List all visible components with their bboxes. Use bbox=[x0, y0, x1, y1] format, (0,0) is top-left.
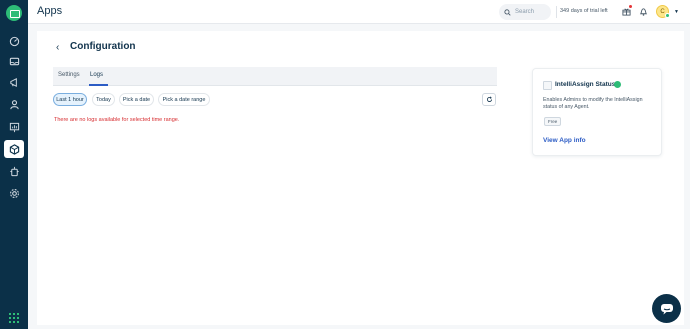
view-app-info-link[interactable]: View App info bbox=[543, 137, 586, 144]
search-input[interactable]: Search bbox=[499, 4, 551, 20]
tab-settings[interactable]: Settings bbox=[58, 72, 80, 78]
verified-shield-icon bbox=[614, 81, 621, 88]
app-info-card: IntelliAssign Status Enables Admins to m… bbox=[532, 68, 662, 156]
inbox-icon[interactable] bbox=[4, 52, 24, 70]
app-switcher-icon[interactable] bbox=[9, 313, 19, 323]
search-icon bbox=[504, 8, 511, 16]
apps-icon[interactable] bbox=[4, 140, 24, 158]
app-title: Apps bbox=[37, 5, 63, 17]
search-placeholder: Search bbox=[515, 9, 535, 15]
filter-pick-date[interactable]: Pick a date bbox=[119, 93, 154, 106]
contacts-icon[interactable] bbox=[4, 95, 24, 113]
tab-logs[interactable]: Logs bbox=[90, 72, 103, 78]
back-arrow-icon[interactable]: ‹ bbox=[56, 42, 59, 53]
page-title: Configuration bbox=[70, 41, 136, 52]
dashboard-icon[interactable] bbox=[4, 32, 24, 50]
online-status-badge bbox=[665, 13, 670, 18]
trial-status[interactable]: 349 days of trial left bbox=[560, 8, 608, 14]
settings-icon[interactable] bbox=[4, 184, 24, 202]
chat-launcher-button[interactable] bbox=[652, 294, 681, 323]
app-description: Enables Admins to modify the IntelliAssi… bbox=[543, 97, 643, 110]
app-logo-icon bbox=[543, 81, 552, 90]
bell-icon[interactable] bbox=[637, 5, 649, 17]
app-name: IntelliAssign Status bbox=[555, 81, 616, 88]
divider bbox=[556, 6, 557, 18]
refresh-button[interactable] bbox=[482, 93, 496, 106]
chat-bubble-icon bbox=[660, 303, 673, 314]
gift-icon[interactable] bbox=[620, 5, 632, 17]
filter-last-1-hour[interactable]: Last 1 hour bbox=[53, 93, 87, 106]
reports-icon[interactable] bbox=[4, 118, 24, 136]
megaphone-icon[interactable] bbox=[4, 73, 24, 91]
notification-dot bbox=[629, 5, 632, 8]
main-panel: ‹ Configuration Settings Logs Last 1 hou… bbox=[37, 31, 684, 325]
filter-today[interactable]: Today bbox=[92, 93, 115, 106]
active-tab-indicator bbox=[89, 84, 108, 86]
chevron-down-icon[interactable]: ▼ bbox=[674, 9, 679, 15]
empty-logs-message: There are no logs available for selected… bbox=[54, 117, 180, 123]
sidebar bbox=[0, 0, 28, 329]
logo-icon[interactable] bbox=[6, 5, 22, 21]
bot-icon[interactable] bbox=[4, 162, 24, 180]
tab-bar: Settings Logs bbox=[53, 67, 497, 86]
refresh-icon bbox=[486, 96, 492, 103]
top-bar: Apps Search 349 days of trial left C ▼ bbox=[28, 0, 690, 24]
filter-pick-date-range[interactable]: Pick a date range bbox=[158, 93, 210, 106]
pricing-badge: Free bbox=[544, 117, 562, 126]
